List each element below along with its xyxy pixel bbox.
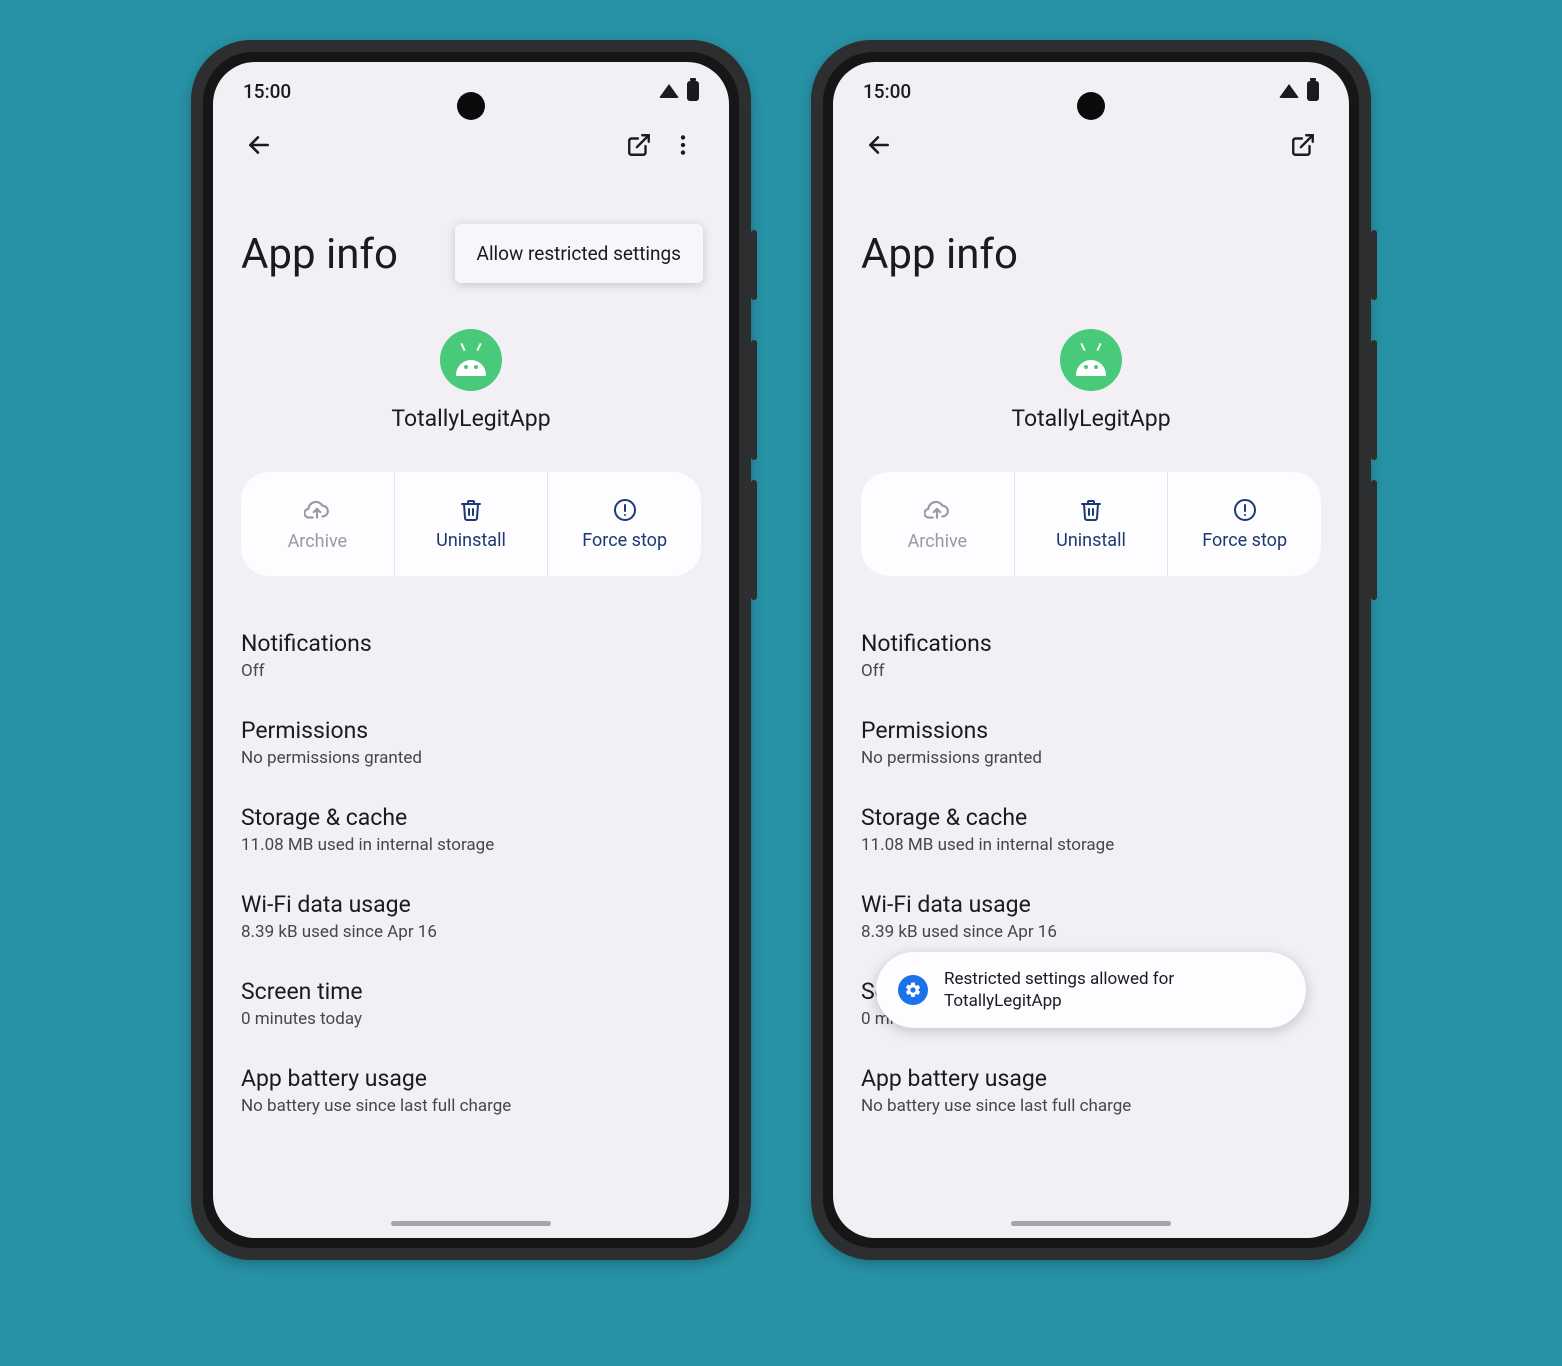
- gesture-bar[interactable]: [1011, 1221, 1171, 1226]
- trash-icon: [1079, 498, 1103, 522]
- row-sub: Off: [241, 661, 701, 681]
- row-title: Storage & cache: [241, 804, 701, 831]
- toast-text: Restricted settings allowed for TotallyL…: [944, 968, 1284, 1012]
- notifications-row[interactable]: Notifications Off: [861, 612, 1321, 699]
- app-icon: [1060, 329, 1122, 391]
- row-sub: 11.08 MB used in internal storage: [241, 835, 701, 855]
- force-stop-label: Force stop: [582, 530, 667, 551]
- archive-label: Archive: [288, 531, 348, 552]
- screen-time-row[interactable]: Screen time 0 minutes today: [241, 960, 701, 1047]
- row-title: Permissions: [861, 717, 1321, 744]
- uninstall-button[interactable]: Uninstall: [395, 472, 549, 576]
- row-title: App battery usage: [241, 1065, 701, 1092]
- force-stop-label: Force stop: [1202, 530, 1287, 551]
- notifications-row[interactable]: Notifications Off: [241, 612, 701, 699]
- app-header: TotallyLegitApp: [241, 329, 701, 432]
- overflow-menu-icon[interactable]: [661, 123, 705, 167]
- overflow-menu-popup: Allow restricted settings: [455, 224, 703, 283]
- alert-icon: [613, 498, 637, 522]
- toolbar: [213, 120, 729, 170]
- archive-button[interactable]: Archive: [861, 472, 1015, 576]
- uninstall-label: Uninstall: [436, 530, 506, 551]
- permissions-row[interactable]: Permissions No permissions granted: [241, 699, 701, 786]
- settings-gear-icon: [898, 975, 928, 1005]
- row-sub: Off: [861, 661, 1321, 681]
- action-row: Archive Uninstall Force stop: [241, 472, 701, 576]
- status-time: 15:00: [863, 80, 911, 103]
- gesture-bar[interactable]: [391, 1221, 551, 1226]
- wifi-row[interactable]: Wi-Fi data usage 8.39 kB used since Apr …: [861, 873, 1321, 960]
- row-sub: No battery use since last full charge: [241, 1096, 701, 1116]
- camera-hole: [1077, 92, 1105, 120]
- battery-icon: [687, 81, 699, 101]
- row-sub: 11.08 MB used in internal storage: [861, 835, 1321, 855]
- row-title: Screen time: [241, 978, 701, 1005]
- back-button[interactable]: [857, 123, 901, 167]
- battery-icon: [1307, 81, 1319, 101]
- row-sub: No battery use since last full charge: [861, 1096, 1321, 1116]
- force-stop-button[interactable]: Force stop: [1168, 472, 1321, 576]
- row-sub: 0 minutes today: [241, 1009, 701, 1029]
- status-time: 15:00: [243, 80, 291, 103]
- row-title: Notifications: [861, 630, 1321, 657]
- page-title: App info: [861, 230, 1321, 279]
- row-sub: No permissions granted: [241, 748, 701, 768]
- alert-icon: [1233, 498, 1257, 522]
- uninstall-button[interactable]: Uninstall: [1015, 472, 1169, 576]
- app-name-label: TotallyLegitApp: [241, 405, 701, 432]
- row-sub: 8.39 kB used since Apr 16: [241, 922, 701, 942]
- wifi-icon: [1279, 84, 1299, 98]
- cloud-upload-icon: [924, 497, 950, 523]
- row-sub: No permissions granted: [861, 748, 1321, 768]
- battery-row[interactable]: App battery usage No battery use since l…: [241, 1047, 701, 1134]
- storage-row[interactable]: Storage & cache 11.08 MB used in interna…: [241, 786, 701, 873]
- camera-hole: [457, 92, 485, 120]
- archive-label: Archive: [908, 531, 968, 552]
- force-stop-button[interactable]: Force stop: [548, 472, 701, 576]
- phone-frame-left: 15:00 Allow restricted settings App info: [191, 40, 751, 1260]
- app-icon: [440, 329, 502, 391]
- row-title: Storage & cache: [861, 804, 1321, 831]
- permissions-row[interactable]: Permissions No permissions granted: [861, 699, 1321, 786]
- wifi-icon: [659, 84, 679, 98]
- toolbar: [833, 120, 1349, 170]
- open-external-icon[interactable]: [1281, 123, 1325, 167]
- archive-button[interactable]: Archive: [241, 472, 395, 576]
- trash-icon: [459, 498, 483, 522]
- battery-row[interactable]: App battery usage No battery use since l…: [861, 1047, 1321, 1134]
- row-title: Wi-Fi data usage: [241, 891, 701, 918]
- wifi-row[interactable]: Wi-Fi data usage 8.39 kB used since Apr …: [241, 873, 701, 960]
- app-name-label: TotallyLegitApp: [861, 405, 1321, 432]
- row-title: Wi-Fi data usage: [861, 891, 1321, 918]
- row-title: Permissions: [241, 717, 701, 744]
- cloud-upload-icon: [304, 497, 330, 523]
- storage-row[interactable]: Storage & cache 11.08 MB used in interna…: [861, 786, 1321, 873]
- phone-frame-right: 15:00 App info TotallyLegitApp: [811, 40, 1371, 1260]
- toast-snackbar: Restricted settings allowed for TotallyL…: [876, 952, 1306, 1028]
- open-external-icon[interactable]: [617, 123, 661, 167]
- uninstall-label: Uninstall: [1056, 530, 1126, 551]
- action-row: Archive Uninstall Force stop: [861, 472, 1321, 576]
- row-sub: 8.39 kB used since Apr 16: [861, 922, 1321, 942]
- back-button[interactable]: [237, 123, 281, 167]
- allow-restricted-menu-item[interactable]: Allow restricted settings: [477, 242, 681, 265]
- app-header: TotallyLegitApp: [861, 329, 1321, 432]
- row-title: App battery usage: [861, 1065, 1321, 1092]
- row-title: Notifications: [241, 630, 701, 657]
